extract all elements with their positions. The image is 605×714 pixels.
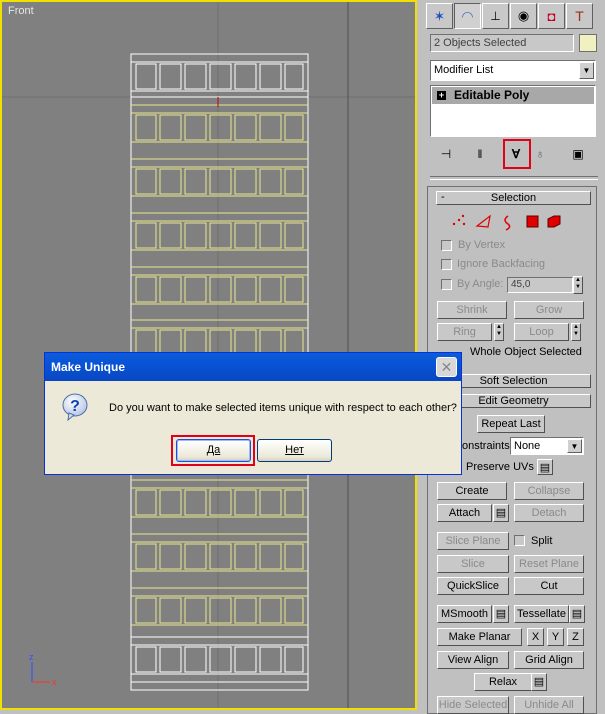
planar-x-button[interactable]: X <box>527 628 544 646</box>
show-end-result-icon[interactable]: ‖ <box>470 144 490 164</box>
shrink-button[interactable]: Shrink <box>437 301 507 319</box>
msmooth-button[interactable]: MSmooth <box>437 605 492 623</box>
constraints-dropdown[interactable]: None ▼ <box>510 437 584 455</box>
create-icon: ✶ <box>433 7 446 24</box>
close-icon[interactable]: ✕ <box>436 357 457 377</box>
relax-settings-button[interactable]: ▤ <box>531 673 547 691</box>
remove-modifier-icon[interactable]: ♁ <box>530 144 550 164</box>
attach-button[interactable]: Attach <box>437 504 492 522</box>
expand-icon[interactable]: + <box>437 91 446 100</box>
no-button-label: Нет <box>285 444 304 456</box>
make-unique-highlight <box>503 139 531 169</box>
hierarchy-icon: ⊥ <box>490 9 501 23</box>
object-name-field[interactable]: 2 Objects Selected <box>430 34 574 52</box>
question-icon: ? <box>62 393 88 421</box>
object-color-swatch[interactable] <box>579 34 597 52</box>
no-button[interactable]: Нет <box>257 439 332 462</box>
loop-spinner[interactable]: ▲ ▼ <box>571 323 581 341</box>
reset-plane-button[interactable]: Reset Plane <box>514 555 584 573</box>
dialog-message: Do you want to make selected items uniqu… <box>109 402 457 414</box>
display-tab[interactable]: ◘ <box>538 3 565 29</box>
tessellate-button[interactable]: Tessellate <box>514 605 569 623</box>
preserve-uvs-label: Preserve UVs <box>466 461 534 473</box>
make-planar-button[interactable]: Make Planar <box>437 628 522 646</box>
border-icon <box>504 215 511 231</box>
edit-geometry-title: Edit Geometry <box>478 395 549 407</box>
ring-spinner[interactable]: ▲ ▼ <box>494 323 504 341</box>
hide-selected-button[interactable]: Hide Selected <box>437 696 509 714</box>
tessellate-settings-button[interactable]: ▤ <box>569 605 585 623</box>
create-tab[interactable]: ✶ <box>426 3 453 29</box>
constraints-chevron-icon[interactable]: ▼ <box>567 439 582 453</box>
polygon-icon <box>526 215 539 228</box>
by-vertex-label: By Vertex <box>458 239 506 251</box>
configure-sets-icon[interactable]: ▣ <box>568 144 588 164</box>
modify-tab[interactable]: ◠ <box>454 3 481 29</box>
by-angle-label: By Angle: <box>457 278 504 290</box>
unhide-all-button[interactable]: Unhide All <box>514 696 584 714</box>
msmooth-settings-button[interactable]: ▤ <box>493 605 509 623</box>
collapse-icon: - <box>441 191 445 203</box>
quickslice-button[interactable]: QuickSlice <box>437 577 509 595</box>
dialog-titlebar[interactable]: Make Unique <box>45 353 461 381</box>
display-icon: ◘ <box>547 8 556 24</box>
planar-y-button[interactable]: Y <box>547 628 564 646</box>
whole-object-selected-label: Whole Object Selected <box>470 346 582 358</box>
stack-item-editable-poly[interactable]: + Editable Poly <box>432 87 594 104</box>
svg-text:?: ? <box>70 398 80 415</box>
soft-selection-title: Soft Selection <box>479 375 548 387</box>
vertex-icon <box>452 214 466 226</box>
hierarchy-tab[interactable]: ⊥ <box>482 3 509 29</box>
planar-z-button[interactable]: Z <box>567 628 584 646</box>
ignore-backfacing-checkbox[interactable] <box>441 259 452 270</box>
grow-button[interactable]: Grow <box>514 301 584 319</box>
detach-button[interactable]: Detach <box>514 504 584 522</box>
create-button[interactable]: Create <box>437 482 507 500</box>
split-label: Split <box>531 535 553 547</box>
constraints-value: None <box>514 440 541 452</box>
modify-icon: ◠ <box>461 7 474 24</box>
subobject-icons <box>452 214 561 231</box>
view-align-button[interactable]: View Align <box>437 651 509 669</box>
svg-text:z: z <box>29 652 34 662</box>
slice-button[interactable]: Slice <box>437 555 509 573</box>
repeat-last-button[interactable]: Repeat Last <box>477 415 545 433</box>
angle-field[interactable]: 45,0 <box>507 277 573 293</box>
svg-text:x: x <box>52 677 57 687</box>
loop-button[interactable]: Loop <box>514 323 569 341</box>
modifier-stack: + Editable Poly <box>430 85 596 137</box>
chevron-down-icon[interactable]: ▼ <box>579 62 594 79</box>
command-tabs: ✶ ◠ ⊥ ◉ ◘ T <box>426 3 598 29</box>
yes-button-highlight <box>171 435 255 466</box>
preserve-uvs-settings-button[interactable]: ▤ <box>537 459 553 475</box>
by-vertex-checkbox[interactable] <box>441 240 452 251</box>
slice-plane-button[interactable]: Slice Plane <box>437 532 509 550</box>
utilities-icon: T <box>575 8 584 24</box>
angle-spinner[interactable]: ▲ ▼ <box>573 276 583 294</box>
motion-icon: ◉ <box>517 8 530 23</box>
selection-rollout-title: Selection <box>490 192 537 204</box>
modifier-list-dropdown[interactable]: Modifier List ▼ <box>430 60 596 81</box>
stack-item-label: Editable Poly <box>454 88 530 102</box>
cut-button[interactable]: Cut <box>514 577 584 595</box>
pin-stack-icon[interactable]: ⊣ <box>436 144 456 164</box>
ignore-backfacing-label: Ignore Backfacing <box>457 258 546 270</box>
grid-align-button[interactable]: Grid Align <box>514 651 584 669</box>
motion-tab[interactable]: ◉ <box>510 3 537 29</box>
attach-list-button[interactable]: ▤ <box>493 504 509 522</box>
utilities-tab[interactable]: T <box>566 3 593 29</box>
constraints-label: onstraints: <box>462 440 513 452</box>
collapse-button[interactable]: Collapse <box>514 482 584 500</box>
relax-button[interactable]: Relax <box>474 673 532 691</box>
panel-separator <box>430 176 598 180</box>
by-angle-checkbox[interactable] <box>441 279 452 290</box>
selection-rollout-header[interactable]: - Selection <box>436 191 591 205</box>
ring-button[interactable]: Ring <box>437 323 492 341</box>
axis-tripod-icon: z x <box>29 652 57 687</box>
dialog-title: Make Unique <box>51 360 126 374</box>
modifier-list-label: Modifier List <box>434 64 494 76</box>
split-checkbox[interactable] <box>514 535 525 546</box>
edge-icon <box>475 214 491 228</box>
element-icon <box>547 215 561 228</box>
